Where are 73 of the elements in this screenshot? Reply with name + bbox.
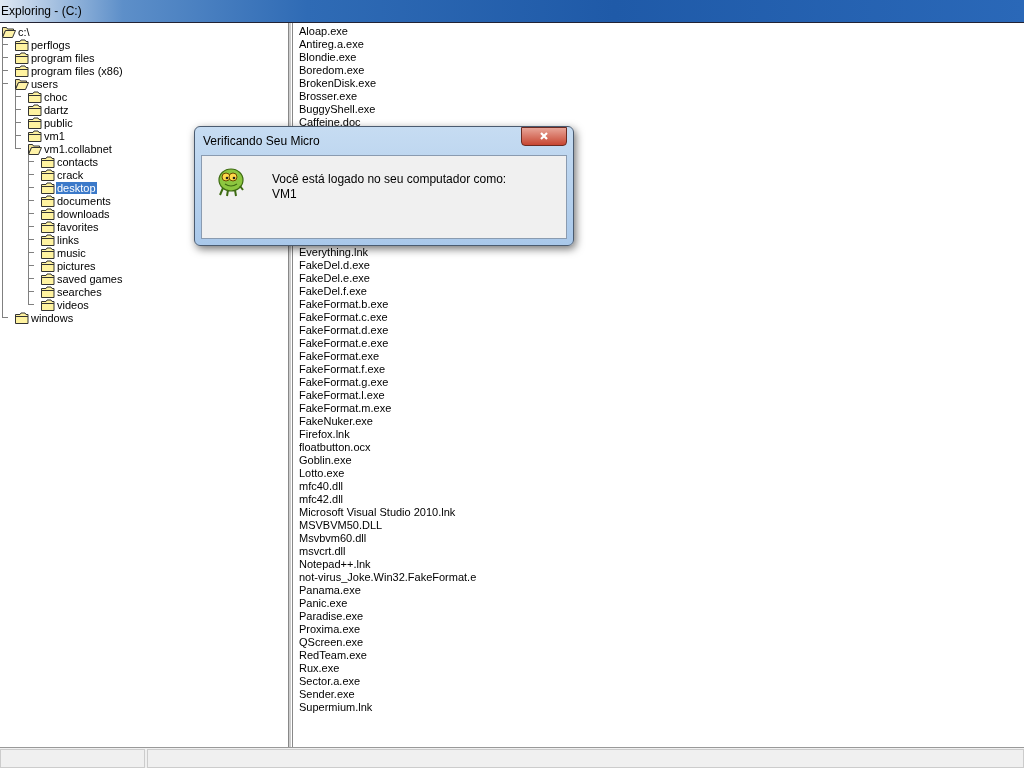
tree-item[interactable]: windows (30, 311, 75, 324)
file-item[interactable]: FakeFormat.d.exe (299, 324, 1024, 337)
file-item[interactable]: FakeDel.f.exe (299, 285, 1024, 298)
file-item[interactable]: Microsoft Visual Studio 2010.lnk (299, 506, 1024, 519)
tree-item[interactable]: public (43, 116, 74, 129)
file-item[interactable]: Proxima.exe (299, 623, 1024, 636)
file-item[interactable]: not-virus_Joke.Win32.FakeFormat.e (299, 571, 1024, 584)
file-item[interactable]: Everything.lnk (299, 246, 1024, 259)
file-item[interactable]: Sender.exe (299, 688, 1024, 701)
tree-item[interactable]: program files (x86) (30, 64, 124, 77)
tree-item[interactable]: vm1 (43, 129, 66, 142)
file-item[interactable]: FakeFormat.g.exe (299, 376, 1024, 389)
close-button[interactable] (521, 126, 567, 146)
file-item[interactable]: FakeFormat.c.exe (299, 311, 1024, 324)
tree-item[interactable]: links (56, 233, 80, 246)
tree-item[interactable]: desktop (56, 181, 97, 194)
file-item[interactable]: FakeFormat.m.exe (299, 402, 1024, 415)
file-item[interactable]: MSVBVM50.DLL (299, 519, 1024, 532)
file-item[interactable]: Msvbvm60.dll (299, 532, 1024, 545)
file-item[interactable]: Goblin.exe (299, 454, 1024, 467)
file-item[interactable]: FakeDel.e.exe (299, 272, 1024, 285)
file-item[interactable]: mfc40.dll (299, 480, 1024, 493)
file-item[interactable]: Firefox.lnk (299, 428, 1024, 441)
tree-item[interactable]: vm1.collabnet (43, 142, 113, 155)
file-item[interactable]: Aloap.exe (299, 25, 1024, 38)
file-item[interactable]: floatbutton.ocx (299, 441, 1024, 454)
file-item[interactable]: Panama.exe (299, 584, 1024, 597)
tree-item[interactable]: documents (56, 194, 112, 207)
file-item[interactable]: FakeFormat.l.exe (299, 389, 1024, 402)
tree-item[interactable]: c:\ (17, 25, 31, 38)
file-item[interactable]: FakeFormat.b.exe (299, 298, 1024, 311)
file-item[interactable]: Paradise.exe (299, 610, 1024, 623)
file-item[interactable]: FakeDel.d.exe (299, 259, 1024, 272)
file-item[interactable]: msvcrt.dll (299, 545, 1024, 558)
file-item[interactable]: Brosser.exe (299, 90, 1024, 103)
file-item[interactable]: Rux.exe (299, 662, 1024, 675)
user-name: VM1 (272, 187, 298, 202)
close-icon (539, 131, 549, 141)
file-item[interactable]: FakeFormat.e.exe (299, 337, 1024, 350)
file-item[interactable]: FakeFormat.exe (299, 350, 1024, 363)
file-item[interactable]: BuggyShell.exe (299, 103, 1024, 116)
file-item[interactable]: mfc42.dll (299, 493, 1024, 506)
tree-item[interactable]: program files (30, 51, 96, 64)
tree-item[interactable]: videos (56, 298, 90, 311)
dialog-message: Você está logado no seu computador como: (272, 172, 507, 187)
window-title: Exploring - (C:) (0, 4, 82, 18)
file-item[interactable]: Lotto.exe (299, 467, 1024, 480)
file-item[interactable]: Antireg.a.exe (299, 38, 1024, 51)
tree-item[interactable]: dartz (43, 103, 70, 116)
tree-item[interactable]: users (30, 77, 59, 90)
tree-item[interactable]: pictures (56, 259, 97, 272)
file-item[interactable]: Boredom.exe (299, 64, 1024, 77)
tree-item[interactable]: searches (56, 285, 103, 298)
file-item[interactable]: QScreen.exe (299, 636, 1024, 649)
tree-item[interactable]: favorites (56, 220, 100, 233)
file-item[interactable]: Panic.exe (299, 597, 1024, 610)
file-item[interactable]: BrokenDisk.exe (299, 77, 1024, 90)
file-item[interactable]: Sector.a.exe (299, 675, 1024, 688)
tree-item[interactable]: saved games (56, 272, 124, 285)
tree-item[interactable]: crack (56, 168, 85, 181)
tree-item[interactable]: contacts (56, 155, 99, 168)
tree-item[interactable]: perflogs (30, 38, 72, 51)
file-item[interactable]: FakeFormat.f.exe (299, 363, 1024, 376)
tree-item[interactable]: music (56, 246, 87, 259)
tree-item[interactable]: choc (43, 90, 69, 103)
dialog-title: Verificando Seu Micro (202, 134, 320, 148)
tree-item[interactable]: downloads (56, 207, 111, 220)
file-item[interactable]: Supermium.lnk (299, 701, 1024, 714)
file-item[interactable]: Blondie.exe (299, 51, 1024, 64)
file-item[interactable]: RedTeam.exe (299, 649, 1024, 662)
file-item[interactable]: Caffeine.doc (299, 116, 1024, 129)
file-item[interactable]: FakeNuker.exe (299, 415, 1024, 428)
file-item[interactable]: Notepad++.lnk (299, 558, 1024, 571)
